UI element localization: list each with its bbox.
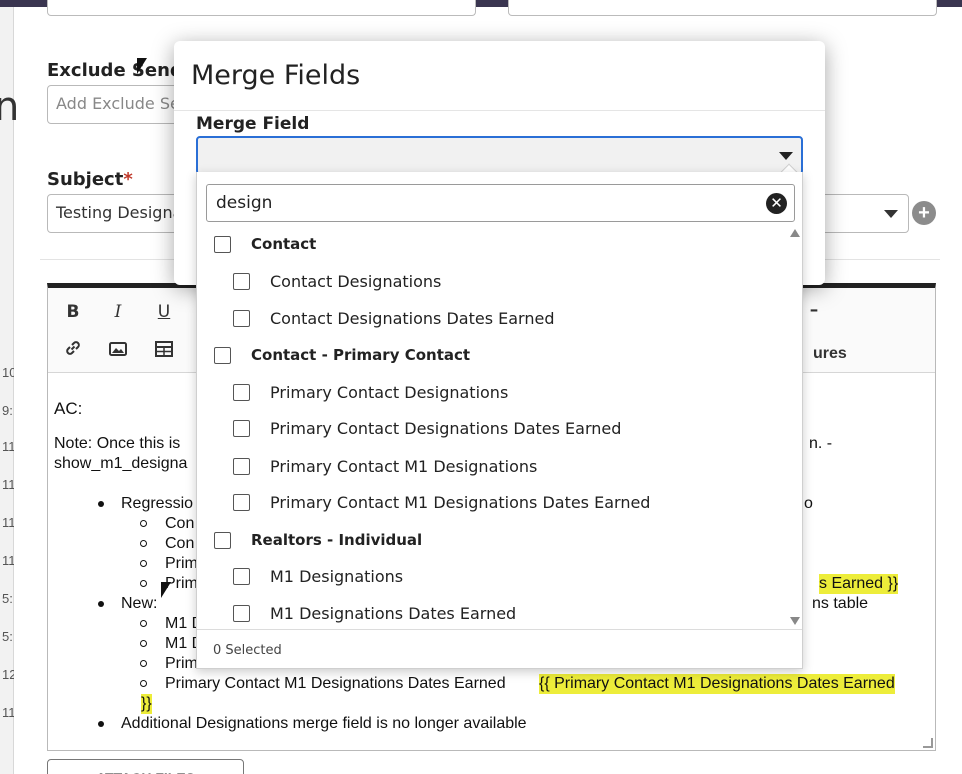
group-label: Contact — [251, 235, 317, 253]
clear-search-icon[interactable]: ✕ — [766, 193, 787, 214]
option-label: Primary Contact Designations Dates Earne… — [270, 419, 622, 438]
checkbox[interactable] — [233, 310, 250, 327]
checkbox[interactable] — [233, 420, 250, 437]
modal-divider — [174, 110, 825, 111]
scroll-down-icon[interactable] — [790, 617, 800, 625]
checkbox[interactable] — [233, 273, 250, 290]
scroll-up-icon[interactable] — [790, 229, 800, 237]
option-label: Primary Contact Designations — [270, 383, 509, 402]
chevron-down-icon[interactable] — [779, 152, 793, 160]
group-label: Realtors - Individual — [251, 531, 423, 549]
checkbox[interactable] — [214, 532, 231, 549]
checkbox[interactable] — [233, 384, 250, 401]
dropdown-footer: 0 Selected — [197, 629, 802, 668]
merge-field-select[interactable] — [196, 136, 803, 175]
checkbox[interactable] — [233, 568, 250, 585]
option-label: Contact Designations — [270, 272, 442, 291]
merge-field-dropdown: ✕ Contact Contact Designations Contact D… — [196, 172, 803, 669]
merge-field-label: Merge Field — [196, 114, 310, 134]
checkbox[interactable] — [233, 494, 250, 511]
option-label: Primary Contact M1 Designations — [270, 457, 538, 476]
option-list[interactable]: Contact Contact Designations Contact Des… — [197, 227, 787, 629]
checkbox[interactable] — [233, 605, 250, 622]
group-label: Contact - Primary Contact — [251, 346, 471, 364]
checkbox[interactable] — [214, 236, 231, 253]
option-label: Contact Designations Dates Earned — [270, 309, 555, 328]
search-input[interactable] — [207, 185, 757, 221]
checkbox[interactable] — [233, 458, 250, 475]
option-label: M1 Designations Dates Earned — [270, 604, 517, 623]
checkbox[interactable] — [214, 347, 231, 364]
dropdown-search[interactable]: ✕ — [206, 184, 795, 222]
modal-title: Merge Fields — [191, 60, 361, 91]
option-label: Primary Contact M1 Designations Dates Ea… — [270, 493, 651, 512]
selected-count: 0 Selected — [213, 643, 282, 658]
option-label: M1 Designations — [270, 567, 404, 586]
